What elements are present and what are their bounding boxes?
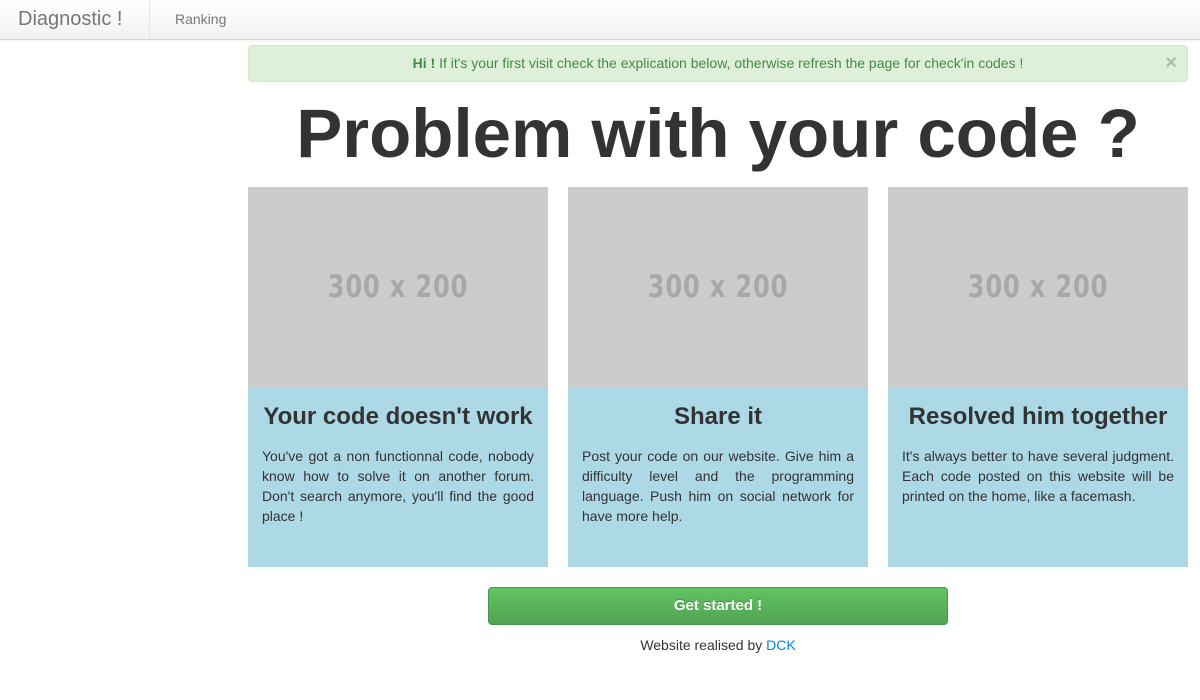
image-placeholder: 300 x 200 (568, 187, 868, 387)
nav-link-ranking[interactable]: Ranking (175, 0, 226, 39)
card-text: You've got a non functionnal code, nobod… (262, 448, 534, 524)
image-placeholder: 300 x 200 (248, 187, 548, 387)
get-started-button[interactable]: Get started ! (488, 587, 948, 625)
card-title: Your code doesn't work (263, 403, 533, 430)
card-text: It's always better to have several judgm… (902, 448, 1174, 504)
page-headline: Problem with your code ? (296, 95, 1140, 172)
image-placeholder: 300 x 200 (888, 187, 1188, 387)
brand-link[interactable]: Diagnostic ! (0, 0, 150, 39)
footer-text: Website realised by (640, 637, 767, 653)
welcome-alert: Hi ! If it's your first visit check the … (248, 45, 1188, 82)
card-title: Share it (673, 403, 763, 430)
card-text: Post your code on our website. Give him … (582, 448, 854, 524)
close-icon[interactable]: × (1165, 46, 1177, 81)
footer-author-link[interactable]: DCK (766, 637, 796, 653)
footer: Website realised by DCK (248, 636, 1188, 654)
alert-strong-text: Hi ! (412, 55, 436, 71)
feature-card-1: 300 x 200 Your code doesn't work You've … (248, 187, 548, 567)
top-navbar: Diagnostic ! Ranking (0, 0, 1200, 40)
alert-message: If it's your first visit check the expli… (435, 55, 1024, 71)
card-title: Resolved him together (908, 403, 1168, 430)
feature-card-2: 300 x 200 Share it Post your code on our… (568, 187, 868, 567)
feature-card-3: 300 x 200 Resolved him together It's alw… (888, 187, 1188, 567)
